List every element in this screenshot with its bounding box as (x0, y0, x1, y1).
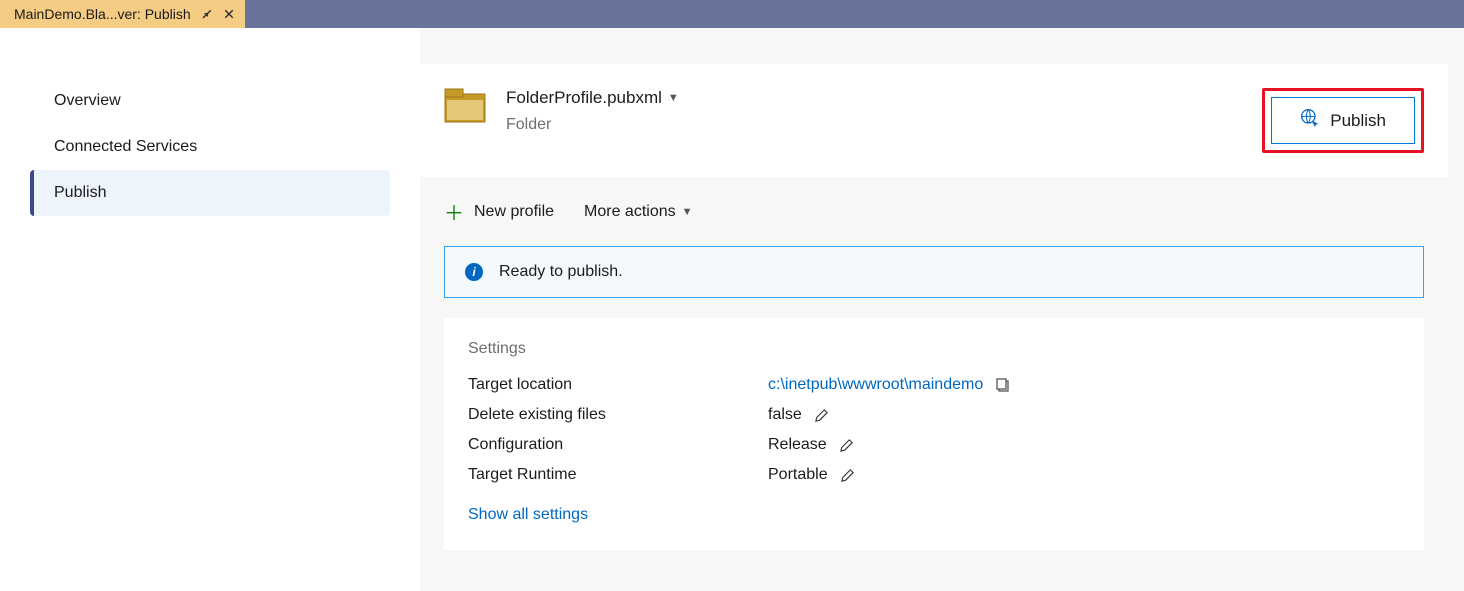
tab-title: MainDemo.Bla...ver: Publish (14, 6, 191, 22)
profile-header: FolderProfile.pubxml ▼ Folder Publish (420, 64, 1448, 177)
copy-icon[interactable] (995, 377, 1011, 393)
new-profile-button[interactable]: ＋ New profile (444, 197, 554, 226)
edit-icon[interactable] (814, 408, 829, 423)
target-location-link[interactable]: c:\inetpub\wwwroot\maindemo (768, 376, 983, 394)
tab-actions (201, 8, 235, 20)
publish-highlight: Publish (1262, 88, 1424, 153)
edit-icon[interactable] (839, 438, 854, 453)
target-location-label: Target location (468, 376, 768, 394)
new-profile-label: New profile (474, 203, 554, 221)
configuration-label: Configuration (468, 436, 768, 454)
sidebar-item-publish[interactable]: Publish (30, 170, 390, 216)
status-banner: i Ready to publish. (444, 246, 1424, 298)
target-runtime-label: Target Runtime (468, 466, 768, 484)
action-row: ＋ New profile More actions ▼ (420, 181, 1448, 246)
chevron-down-icon: ▼ (682, 206, 693, 218)
publish-button-label: Publish (1330, 111, 1386, 131)
sidebar-item-label: Connected Services (54, 138, 197, 155)
configuration-value: Release (768, 436, 827, 454)
titlebar: MainDemo.Bla...ver: Publish (0, 0, 1464, 28)
show-all-settings-link[interactable]: Show all settings (468, 506, 588, 524)
profile-filename: FolderProfile.pubxml (506, 88, 662, 108)
plus-icon: ＋ (444, 197, 464, 226)
profile-selector[interactable]: FolderProfile.pubxml ▼ (506, 88, 1242, 108)
sidebar: Overview Connected Services Publish (0, 28, 420, 591)
profile-type: Folder (506, 116, 1242, 134)
document-tab[interactable]: MainDemo.Bla...ver: Publish (0, 0, 245, 28)
pin-icon[interactable] (201, 8, 213, 20)
settings-card: Settings Target location c:\inetpub\wwwr… (444, 318, 1424, 550)
close-icon[interactable] (223, 8, 235, 20)
edit-icon[interactable] (840, 468, 855, 483)
delete-existing-label: Delete existing files (468, 406, 768, 424)
more-actions-label: More actions (584, 203, 676, 221)
globe-publish-icon (1300, 108, 1320, 133)
sidebar-item-label: Publish (54, 184, 106, 201)
target-runtime-value: Portable (768, 466, 828, 484)
sidebar-item-connected-services[interactable]: Connected Services (30, 124, 390, 170)
chevron-down-icon: ▼ (668, 92, 679, 104)
main-panel: FolderProfile.pubxml ▼ Folder Publish ＋ … (420, 28, 1464, 591)
delete-existing-value: false (768, 406, 802, 424)
settings-heading: Settings (468, 340, 1400, 358)
publish-button[interactable]: Publish (1271, 97, 1415, 144)
sidebar-item-overview[interactable]: Overview (30, 78, 390, 124)
folder-icon (444, 88, 486, 124)
more-actions-button[interactable]: More actions ▼ (584, 203, 692, 221)
info-icon: i (465, 263, 483, 281)
status-text: Ready to publish. (499, 263, 623, 281)
sidebar-item-label: Overview (54, 92, 121, 109)
